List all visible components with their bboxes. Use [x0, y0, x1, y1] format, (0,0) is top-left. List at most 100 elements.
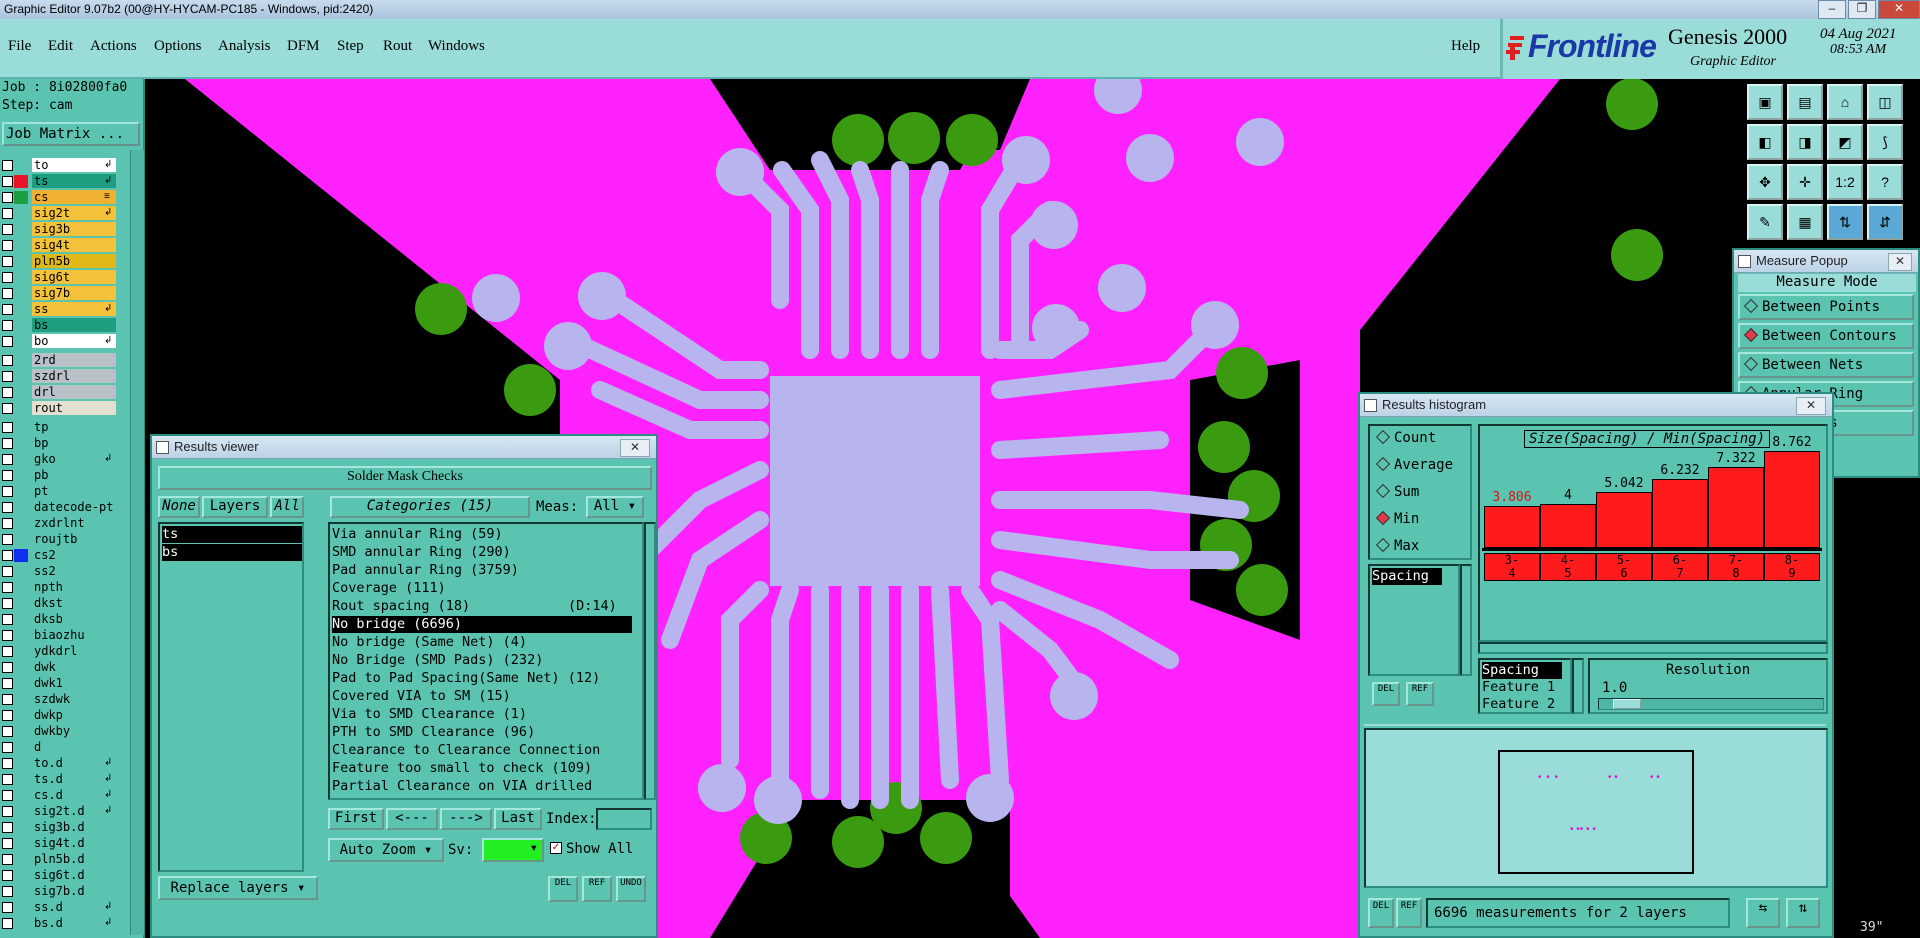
layer-name[interactable]: pt [32, 484, 116, 498]
histogram-bar[interactable] [1764, 451, 1820, 548]
layer-name[interactable]: ss2 [32, 564, 116, 578]
help-icon[interactable]: ? [1867, 164, 1903, 200]
menu-edit[interactable]: Edit [48, 38, 73, 55]
layer-name[interactable]: 2rd [32, 353, 116, 367]
spacing-list-scrollbar[interactable] [1460, 564, 1472, 676]
layer-checkbox[interactable] [2, 454, 13, 465]
close-icon[interactable]: ✕ [1888, 253, 1912, 271]
measure-mode-option[interactable]: Between Points [1738, 294, 1914, 320]
center-icon[interactable]: ✛ [1787, 164, 1823, 200]
layer-name[interactable]: zxdrlnt [32, 516, 116, 530]
layer-row[interactable]: sig2t.d ↲ [0, 804, 118, 819]
grid-icon[interactable]: ▦ [1787, 204, 1823, 240]
menu-step[interactable]: Step [337, 38, 364, 55]
histogram-bar[interactable] [1484, 506, 1540, 548]
rout-icon[interactable]: ⟆ [1867, 124, 1903, 160]
measure-mode-option[interactable]: Between Contours [1738, 323, 1914, 349]
histogram-scrollbar[interactable] [1478, 642, 1828, 654]
histogram-mode-option[interactable]: Sum [1375, 483, 1419, 500]
layer-checkbox[interactable] [2, 355, 13, 366]
undo-button[interactable]: UNDO [616, 876, 646, 902]
category-item[interactable]: Via to SMD Clearance (1) [332, 706, 632, 723]
resolution-slider[interactable] [1598, 698, 1824, 710]
field-item[interactable]: Feature 2 [1482, 696, 1555, 713]
layer-row[interactable]: d [0, 740, 118, 755]
layer-checkbox[interactable] [2, 240, 13, 251]
layer-row[interactable]: ss2 [0, 564, 118, 579]
histogram-bar[interactable] [1708, 467, 1764, 548]
layer-name[interactable]: sig4t [32, 238, 116, 252]
field-item[interactable]: Feature 1 [1482, 679, 1555, 696]
layer-name[interactable]: sig3b.d [32, 820, 116, 834]
meas-dropdown[interactable]: All ▾ [586, 496, 644, 518]
layer-row[interactable]: dwk [0, 660, 118, 675]
replace-layers-dropdown[interactable]: Replace layers ▾ [158, 876, 318, 900]
del-button[interactable]: DEL [548, 876, 578, 902]
menu-file[interactable]: File [8, 38, 31, 55]
layer-row[interactable]: pb [0, 468, 118, 483]
layer-name[interactable]: bs [32, 318, 116, 332]
layer-checkbox[interactable] [2, 192, 13, 203]
layer-row[interactable]: cs2 [0, 548, 118, 563]
layer-row[interactable]: npth [0, 580, 118, 595]
histogram-bar[interactable] [1652, 479, 1708, 548]
layer-row[interactable]: ss.d ↲ [0, 900, 118, 915]
summary-ref-button[interactable]: REF [1396, 898, 1422, 928]
layer-row[interactable]: sig4t.d [0, 836, 118, 851]
layer-checkbox[interactable] [2, 422, 13, 433]
layer-name[interactable]: sig6t [32, 270, 116, 284]
category-item[interactable]: No bridge (Same Net) (4) [332, 634, 632, 651]
scale-icon[interactable]: 1:2 [1827, 164, 1863, 200]
category-item[interactable]: Pad annular Ring (3759) [332, 562, 632, 579]
chart-settings-icon[interactable]: ⇅ [1786, 898, 1820, 928]
histogram-bin-label[interactable]: 8- 9 [1764, 553, 1820, 581]
layer-list-scrollbar[interactable] [130, 150, 144, 935]
layer-row[interactable]: roujtb [0, 532, 118, 547]
maximize-button[interactable]: ❐ [1848, 0, 1876, 19]
layer-name[interactable]: dkst [32, 596, 116, 610]
histogram-mode-option[interactable]: Min [1375, 510, 1419, 527]
layer-checkbox[interactable] [2, 224, 13, 235]
menu-help[interactable]: Help [1451, 38, 1480, 55]
layer-name[interactable]: dksb [32, 612, 116, 626]
histogram-bar[interactable] [1540, 504, 1596, 548]
layer-checkbox[interactable] [2, 208, 13, 219]
category-item[interactable]: Coverage (111) [332, 580, 632, 597]
next-button[interactable]: ---> [440, 808, 492, 830]
layer-result-item[interactable]: ts [162, 526, 302, 543]
layer-row[interactable]: zxdrlnt [0, 516, 118, 531]
layer-checkbox[interactable] [2, 566, 13, 577]
menu-rout[interactable]: Rout [383, 38, 412, 55]
menu-analysis[interactable]: Analysis [218, 38, 271, 55]
layer-row[interactable]: sig7b [0, 286, 118, 301]
layer-row[interactable]: dwkp [0, 708, 118, 723]
histogram-del-button[interactable]: DEL [1372, 682, 1400, 706]
category-item[interactable]: No bridge (6696) [332, 616, 632, 633]
prev-button[interactable]: <--- [386, 808, 438, 830]
layer-color-swatch[interactable] [14, 175, 28, 188]
layer-checkbox[interactable] [2, 304, 13, 315]
layer-checkbox[interactable] [2, 918, 13, 929]
sv-color-picker[interactable]: ▾ [482, 838, 544, 862]
layer-row[interactable]: sig3b [0, 222, 118, 237]
layer-checkbox[interactable] [2, 694, 13, 705]
last-button[interactable]: Last [494, 808, 542, 830]
layer-name[interactable]: pln5b.d [32, 852, 116, 866]
minimize-button[interactable]: – [1818, 0, 1846, 19]
layer-name[interactable]: dwk [32, 660, 116, 674]
close-button[interactable]: ✕ [1878, 0, 1920, 19]
layer-row[interactable]: bp [0, 436, 118, 451]
layer-name[interactable]: d [32, 740, 116, 754]
layer-row[interactable]: sig7b.d [0, 884, 118, 899]
histogram-ref-button[interactable]: REF [1406, 682, 1434, 706]
layer-row[interactable]: pln5b.d [0, 852, 118, 867]
layers-none-button[interactable]: None [158, 496, 200, 518]
layer-checkbox[interactable] [2, 387, 13, 398]
layer-checkbox[interactable] [2, 502, 13, 513]
layer-row[interactable]: drl [0, 385, 118, 400]
category-item[interactable]: PTH to SMD Clearance (96) [332, 724, 632, 741]
chart-export-icon[interactable]: ⇆ [1746, 898, 1780, 928]
layer-checkbox[interactable] [2, 614, 13, 625]
layer-checkbox[interactable] [2, 371, 13, 382]
layer-row[interactable]: dkst [0, 596, 118, 611]
